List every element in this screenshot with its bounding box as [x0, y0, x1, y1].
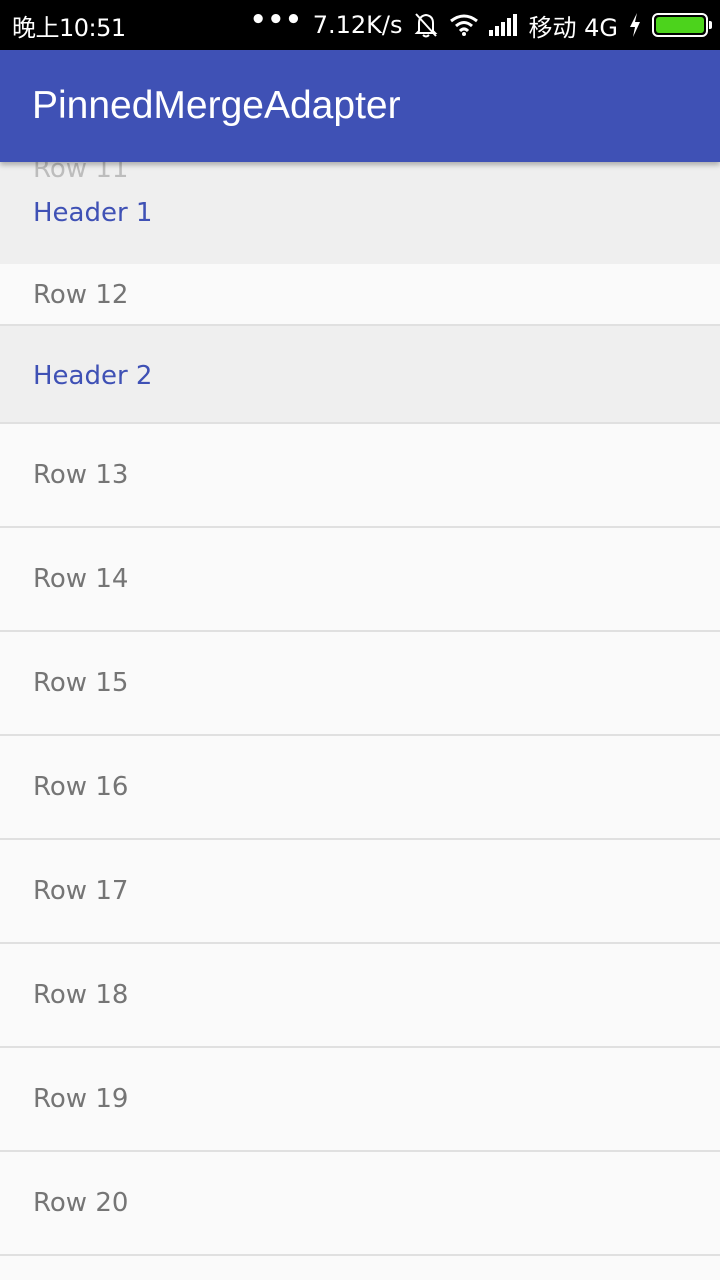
list-item-partial: Row 11	[33, 162, 129, 178]
status-bar: 晚上10:51 ••• 7.12K/s 移动 4G	[0, 0, 720, 50]
status-icons: ••• 7.12K/s 移动 4G	[249, 5, 712, 43]
list-item-label: Row 12	[33, 280, 129, 310]
list-item[interactable]: Row 18	[0, 944, 720, 1048]
status-time: 晚上10:51	[12, 13, 126, 42]
list-item[interactable]: Row 19	[0, 1048, 720, 1152]
list-item-label: Row 19	[33, 1084, 129, 1114]
signal-icon	[488, 14, 519, 36]
list-item[interactable]: Row 13	[0, 424, 720, 528]
list-item[interactable]: Row 16	[0, 736, 720, 840]
header-label: Header 2	[33, 361, 153, 391]
network-speed: 7.12K/s	[312, 11, 403, 39]
app-title: PinnedMergeAdapter	[32, 84, 401, 127]
list-item-label: Row 20	[33, 1188, 129, 1218]
list-item-label: Row 15	[33, 668, 129, 698]
more-notifications-icon: •••	[249, 5, 303, 35]
app-bar: PinnedMergeAdapter	[0, 50, 720, 162]
battery-icon	[652, 13, 712, 37]
wifi-icon	[449, 13, 479, 37]
section-header: Header 2	[0, 326, 720, 426]
list-item[interactable]: Row 17	[0, 840, 720, 944]
list-item-label: Row 14	[33, 564, 129, 594]
list-item[interactable]: Row 15	[0, 632, 720, 736]
header-label: Header 1	[33, 198, 153, 228]
list-item-label: Row 13	[33, 460, 129, 490]
list-item[interactable]: Row 14	[0, 528, 720, 632]
charging-icon	[628, 13, 642, 37]
carrier-label: 移动 4G	[528, 13, 619, 42]
pinned-header: Row 11 Header 1	[0, 162, 720, 264]
list-item-label: Row 18	[33, 980, 129, 1010]
list-item-label: Row 17	[33, 876, 129, 906]
list-view[interactable]: Row 11 Header 1 Row 12 Header 2 Row 13 R…	[0, 162, 720, 1280]
list-item[interactable]: Row 20	[0, 1152, 720, 1256]
silent-bell-icon	[413, 11, 439, 39]
list-item-label: Row 16	[33, 772, 129, 802]
battery-level	[656, 17, 704, 33]
